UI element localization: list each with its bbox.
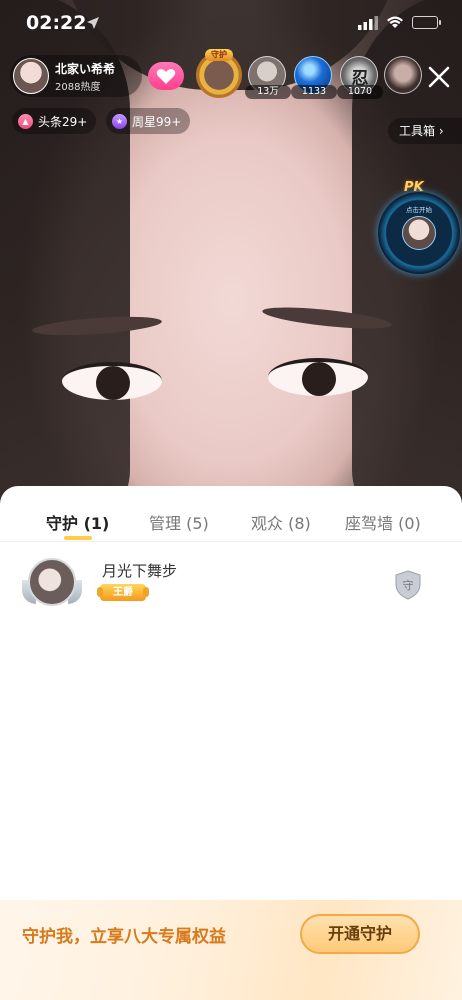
tab-admins[interactable]: 管理 (5) <box>149 510 209 534</box>
guard-tag: 守护 <box>205 49 233 61</box>
follow-button[interactable] <box>148 62 184 90</box>
open-guard-button[interactable]: 开通守护 <box>300 914 420 954</box>
guard-rank-badge[interactable]: 守护 <box>196 49 242 98</box>
location-arrow-icon <box>87 17 99 29</box>
guard-shield-icon: 守 <box>395 570 421 600</box>
video-eye-left <box>62 362 162 400</box>
viewer-avatar-4[interactable] <box>384 56 422 94</box>
wifi-icon <box>387 16 403 28</box>
battery-icon <box>412 16 441 29</box>
viewer-avatar-2[interactable]: 1133 <box>291 56 337 99</box>
active-tab-indicator <box>64 536 92 540</box>
pk-avatar <box>402 216 436 250</box>
viewer-avatar-3[interactable]: 忍 1070 <box>337 56 383 99</box>
weekly-star-label: 周星99+ <box>132 114 182 129</box>
tab-guardians[interactable]: 守护 (1) <box>46 510 109 534</box>
headline-rank-pill[interactable]: ▲ 头条29+ <box>12 108 97 134</box>
tab-audience[interactable]: 观众 (8) <box>251 510 311 534</box>
guard-promo-bar: 守护我，立享八大专属权益 开通守护 <box>0 900 462 1000</box>
host-info[interactable]: 北家い希希 2088热度 <box>10 55 142 97</box>
cellular-signal-icon <box>358 16 378 30</box>
sheet-tabs: 守护 (1) 管理 (5) 观众 (8) 座驾墙 (0) <box>0 486 462 542</box>
close-icon[interactable] <box>426 64 452 90</box>
host-avatar[interactable] <box>13 58 49 94</box>
weekly-star-pill[interactable]: ★ 周星99+ <box>106 108 191 134</box>
star-icon: ★ <box>112 113 127 129</box>
tab-vehicle-wall[interactable]: 座驾墙 (0) <box>345 510 421 534</box>
pk-sub-label: 点击开始 <box>406 206 432 214</box>
toolbox-button[interactable]: 工具箱 › <box>388 118 462 144</box>
host-heat: 2088热度 <box>55 82 101 93</box>
status-time: 02:22 <box>26 12 87 34</box>
headline-rank-label: 头条29+ <box>38 114 88 129</box>
guardian-avatar[interactable] <box>22 558 82 608</box>
svg-text:守: 守 <box>403 578 414 592</box>
viewer-count: 1070 <box>337 85 383 99</box>
host-name: 北家い希希 <box>55 62 116 76</box>
pk-widget[interactable]: 点击开始 <box>378 192 460 274</box>
headline-icon: ▲ <box>18 113 33 129</box>
heart-icon <box>156 68 176 84</box>
guardian-name: 月光下舞步 <box>102 562 178 580</box>
status-bar: 02:22 <box>0 0 462 48</box>
viewer-count: 13万 <box>245 85 291 99</box>
guardian-list-item[interactable]: 月光下舞步 王爵 守 <box>0 550 462 616</box>
viewer-avatar-1[interactable]: 13万 <box>245 56 291 99</box>
guardian-rank-badge: 王爵 <box>97 584 149 601</box>
viewer-count: 1133 <box>291 85 337 99</box>
video-eye-right <box>268 358 368 396</box>
guard-promo-text: 守护我，立享八大专属权益 <box>22 927 226 947</box>
